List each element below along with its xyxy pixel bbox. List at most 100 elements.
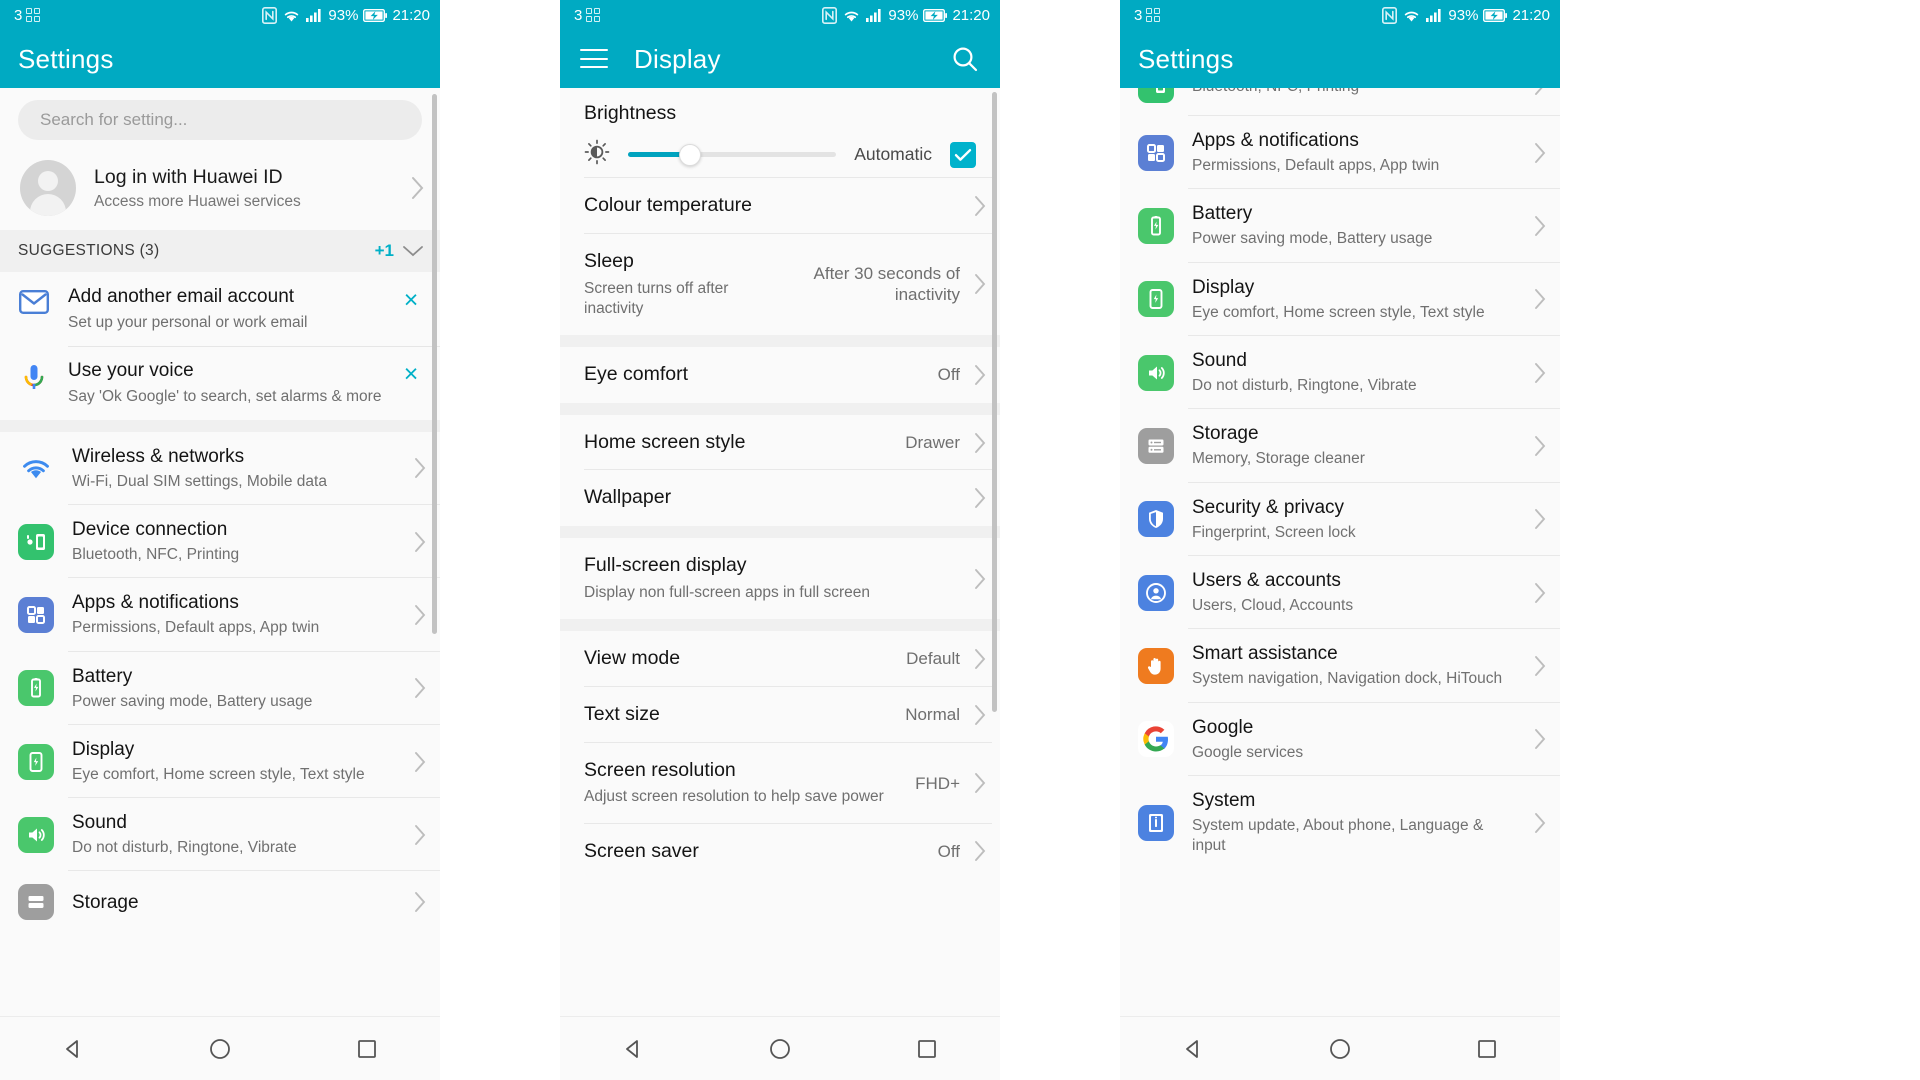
navigation-bar-3 [1120,1016,1560,1080]
settings-row-device-connection[interactable]: Bluetooth, NFC, Printing [1120,88,1560,116]
back-triangle-icon[interactable] [43,1029,103,1069]
settings-row-smart-assistance[interactable]: Smart assistance System navigation, Navi… [1120,629,1560,703]
hamburger-menu-icon[interactable] [580,49,608,69]
row-subtitle: Bluetooth, NFC, Printing [72,546,240,564]
chevron-right-icon [1534,435,1546,457]
settings-row-display[interactable]: Display Eye comfort, Home screen style, … [1120,262,1560,336]
navigation-bar-1 [0,1016,440,1080]
status-bar-right: 93% 21:20 [262,7,430,24]
settings-row-apps[interactable]: Apps & notifications Permissions, Defaul… [1120,116,1560,190]
row-value: Off [937,365,960,385]
wifi-network-icon [18,450,54,486]
suggestion-subtitle: Set up your personal or work email [68,313,308,331]
section-divider [0,419,440,432]
row-value: Drawer [905,432,960,452]
phone-panel-settings-scrolled: 3 93% 21:20 Settings Apps & notification… [1120,0,1560,1080]
chevron-down-icon[interactable] [402,244,424,258]
settings-row-users-accounts[interactable]: Users & accounts Users, Cloud, Accounts [1120,555,1560,630]
row-title: Text size [584,702,660,725]
nfc-icon [822,6,838,24]
recents-square-icon[interactable] [1457,1029,1517,1069]
status-time: 21:20 [1512,6,1550,24]
home-circle-icon[interactable] [750,1029,810,1069]
brightness-sun-icon [584,139,610,170]
settings-row-battery[interactable]: Battery Power saving mode, Battery usage [0,651,440,725]
chevron-right-icon [974,704,986,726]
settings-row-system[interactable]: System System update, About phone, Langu… [1120,775,1560,870]
settings-row-wireless[interactable]: Wireless & networks Wi-Fi, Dual SIM sett… [0,431,440,505]
chevron-right-icon [414,751,426,773]
back-triangle-icon[interactable] [603,1029,663,1069]
page-title: Display [634,43,721,74]
auto-brightness-checkbox[interactable] [950,141,976,168]
row-title: Storage [1192,423,1259,445]
settings-scroll-area[interactable]: Search for setting... Log in with Huawei… [0,88,440,1016]
settings-row-google[interactable]: Google Google services [1120,702,1560,776]
display-row-view-mode[interactable]: View mode Default [560,631,1000,687]
row-subtitle: Permissions, Default apps, App twin [1192,157,1440,175]
phone-panel-display: 3 93% 21:20 Display Brightness Automatic… [560,0,1000,1080]
grid-icon [26,7,41,23]
display-row-text-size[interactable]: Text size Normal [560,686,1000,743]
display-row-screen-resolution[interactable]: Screen resolution Adjust screen resoluti… [560,742,1000,824]
display-row-wallpaper[interactable]: Wallpaper [560,470,1000,527]
settings-row-sound[interactable]: Sound Do not disturb, Ringtone, Vibrate [1120,335,1560,410]
brightness-slider[interactable] [628,143,837,166]
settings-row-display[interactable]: Display Eye comfort, Home screen style, … [0,724,440,799]
row-title: Sound [72,812,127,834]
chevron-right-icon [1534,582,1546,604]
chevron-right-icon [414,604,426,626]
display-row-colour-temperature[interactable]: Colour temperature [560,178,1000,234]
chevron-right-icon [411,176,424,200]
google-icon [1138,721,1174,758]
brightness-slider-knob[interactable] [679,143,702,166]
scrollbar-panel2[interactable] [992,92,997,712]
display-row-eye-comfort[interactable]: Eye comfort Off [560,346,1000,403]
home-circle-icon[interactable] [190,1029,250,1069]
settings-row-device-connection[interactable]: Device connection Bluetooth, NFC, Printi… [0,504,440,579]
chevron-right-icon [974,273,986,295]
row-subtitle: Power saving mode, Battery usage [72,692,313,710]
status-time: 21:20 [392,6,430,24]
settings-row-apps[interactable]: Apps & notifications Permissions, Defaul… [0,578,440,652]
page-title: Settings [1138,43,1234,74]
close-icon[interactable]: × [398,286,424,313]
search-input[interactable]: Search for setting... [18,100,422,140]
panel-gap-2 [1000,0,1120,1080]
settings-row-storage[interactable]: Storage Memory, Storage cleaner [1120,409,1560,483]
recents-square-icon[interactable] [897,1029,957,1069]
chevron-right-icon [1534,142,1546,164]
close-icon[interactable]: × [398,360,424,387]
app-bar-settings: Settings [0,30,440,88]
settings-row-security[interactable]: Security & privacy Fingerprint, Screen l… [1120,482,1560,556]
row-subtitle: System update, About phone, Language & i… [1192,816,1484,855]
row-title: Battery [72,665,133,687]
home-circle-icon[interactable] [1310,1029,1370,1069]
settings-scroll-area-3[interactable]: Bluetooth, NFC, Printing Apps & notifica… [1120,88,1560,1016]
settings-row-sound[interactable]: Sound Do not disturb, Ringtone, Vibrate [0,798,440,872]
settings-row-battery[interactable]: Battery Power saving mode, Battery usage [1120,189,1560,263]
suggestion-item-email[interactable]: Add another email account Set up your pe… [0,272,440,346]
suggestion-item-voice[interactable]: Use your voice Say 'Ok Google' to search… [0,345,440,420]
recents-square-icon[interactable] [337,1029,397,1069]
chevron-right-icon [414,824,426,846]
back-triangle-icon[interactable] [1163,1029,1223,1069]
display-row-full-screen-display[interactable]: Full-screen display Display non full-scr… [560,538,1000,620]
row-subtitle: Wi-Fi, Dual SIM settings, Mobile data [72,472,327,490]
row-title: Screen saver [584,839,699,862]
row-title: Apps & notifications [72,592,239,614]
grid-icon [1146,7,1161,23]
brightness-title: Brightness [584,102,677,124]
chevron-right-icon [414,677,426,699]
suggestions-header[interactable]: SUGGESTIONS (3) +1 [0,230,440,272]
search-icon[interactable] [950,44,980,74]
display-scroll-area[interactable]: Brightness Automatic Colour temperature … [560,88,1000,1016]
display-row-home-screen-style[interactable]: Home screen style Drawer [560,414,1000,471]
display-row-screen-saver[interactable]: Screen saver Off [560,823,1000,880]
status-time: 21:20 [952,6,990,24]
scrollbar-panel1[interactable] [432,94,437,634]
huawei-id-row[interactable]: Log in with Huawei ID Access more Huawei… [0,148,440,230]
row-subtitle: Users, Cloud, Accounts [1192,597,1354,615]
settings-row-storage[interactable]: Storage [0,871,440,934]
display-row-sleep[interactable]: Sleep Screen turns off after inactivity … [560,233,1000,335]
